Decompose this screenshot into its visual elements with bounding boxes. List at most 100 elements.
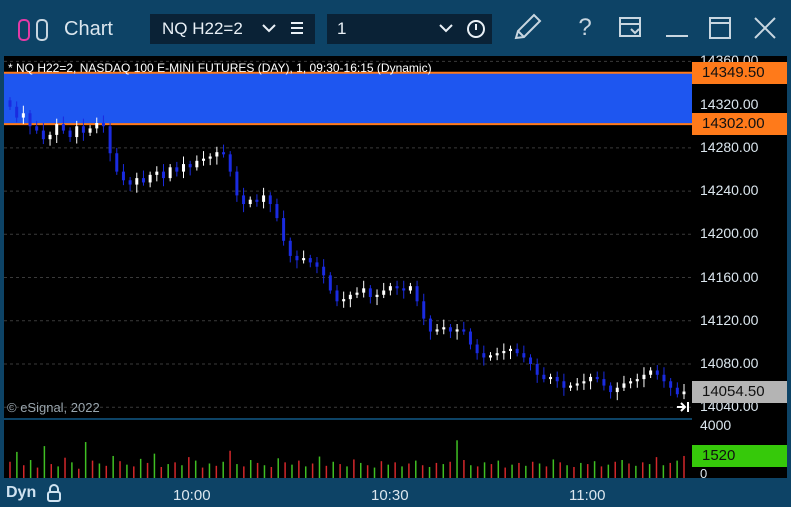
volume-bar [607, 464, 610, 478]
chevron-down-icon[interactable] [262, 18, 276, 38]
zone-lower-badge: 14302.00 [692, 113, 787, 136]
volume-bar [428, 466, 431, 478]
candle-body [15, 106, 19, 118]
maximize-icon[interactable] [703, 12, 737, 44]
volume-bar [538, 463, 541, 478]
volume-bar [119, 461, 121, 478]
candle-body [315, 262, 319, 267]
candle-body [655, 370, 659, 375]
volume-bar [304, 466, 307, 478]
menu-icon[interactable] [290, 17, 304, 39]
candle-body [75, 126, 79, 138]
candle-body [595, 376, 599, 380]
price-zone [4, 72, 692, 125]
candle-body [382, 290, 386, 295]
price-chart[interactable]: * NQ H22=2, NASDAQ 100 E-MINI FUTURES (D… [4, 56, 692, 418]
candle-body [428, 318, 432, 332]
close-icon[interactable] [748, 12, 782, 44]
volume-bar [387, 464, 390, 478]
volume-bar [580, 462, 582, 478]
candle-body [302, 258, 306, 261]
candle-body [495, 353, 499, 356]
volume-bar [126, 464, 128, 478]
symbol-selector[interactable]: NQ H22=2 [150, 14, 315, 44]
volume-bar [490, 464, 493, 478]
candle-body [682, 391, 686, 395]
last-price-badge: 14054.50 [692, 380, 787, 403]
candle-body [322, 266, 326, 276]
candle-body [569, 385, 573, 388]
volume-bar [360, 462, 362, 478]
volume-bar [91, 460, 94, 478]
volume-bar [463, 460, 465, 478]
interval-selector[interactable]: 1 [327, 14, 492, 44]
candle-body [549, 376, 553, 380]
candle-body [575, 383, 579, 386]
candle-body [88, 128, 92, 133]
app-logo-icon [18, 19, 30, 41]
candle-body [61, 124, 65, 131]
candle-body [508, 348, 512, 352]
app-logo-icon [36, 19, 48, 41]
volume-bar [593, 461, 596, 478]
lock-icon[interactable] [46, 484, 62, 502]
candle-body [101, 122, 105, 127]
volume-chart-svg[interactable] [4, 420, 692, 478]
volume-bar [483, 462, 486, 478]
candle-body [582, 381, 586, 384]
volume-bar [628, 463, 630, 478]
candle-body [515, 348, 519, 354]
volume-chart[interactable] [4, 420, 692, 478]
candle-body [255, 199, 259, 202]
candle-body [435, 329, 439, 332]
candle-body [108, 126, 112, 154]
volume-bar [566, 465, 568, 478]
save-template-icon[interactable] [614, 12, 648, 44]
candle-body [195, 160, 199, 168]
minimize-icon[interactable] [660, 12, 694, 44]
volume-bar [552, 459, 555, 478]
volume-bar [621, 460, 623, 478]
y-tick-label: 14240.00 [700, 182, 759, 199]
interval-value[interactable]: 1 [337, 19, 346, 39]
volume-bar [504, 467, 506, 478]
candle-body [468, 331, 472, 345]
volume-bar [373, 467, 376, 478]
candle-body [589, 376, 593, 382]
candle-body [562, 381, 566, 388]
candle-body [115, 153, 119, 172]
volume-bar [194, 460, 197, 478]
candle-body [529, 357, 533, 364]
candle-body [462, 329, 466, 332]
pencil-icon[interactable] [510, 12, 544, 44]
dynamic-label[interactable]: Dyn [6, 484, 36, 502]
symbol-value[interactable]: NQ H22=2 [162, 19, 243, 39]
volume-bar [641, 462, 644, 478]
chevron-down-icon[interactable] [439, 18, 453, 38]
candle-body [368, 288, 372, 297]
candle-body [308, 258, 312, 263]
time-axis[interactable]: Dyn 10:00 10:30 11:00 [4, 478, 791, 507]
candle-body [395, 286, 399, 289]
candle-body [408, 286, 412, 291]
volume-bar [525, 465, 527, 478]
candle-body [41, 130, 45, 140]
candle-body [128, 180, 132, 185]
candle-body [422, 301, 426, 319]
price-chart-svg[interactable] [4, 56, 692, 418]
volume-bar [401, 466, 403, 478]
volume-bar [23, 465, 25, 478]
help-icon[interactable]: ? [568, 12, 602, 44]
volume-bar [311, 463, 314, 478]
volume-bar [236, 464, 238, 478]
candle-body [68, 130, 72, 138]
clock-icon[interactable] [467, 20, 485, 38]
candle-body [175, 167, 179, 172]
candle-body [675, 387, 679, 395]
volume-bar [201, 467, 204, 478]
volume-bar [655, 457, 658, 478]
volume-bar [648, 464, 651, 478]
price-axis[interactable]: 14360.00 14320.00 14280.00 14240.00 14200.00… [692, 52, 787, 481]
jump-to-latest-icon[interactable] [675, 399, 691, 415]
candle-body [615, 387, 619, 393]
